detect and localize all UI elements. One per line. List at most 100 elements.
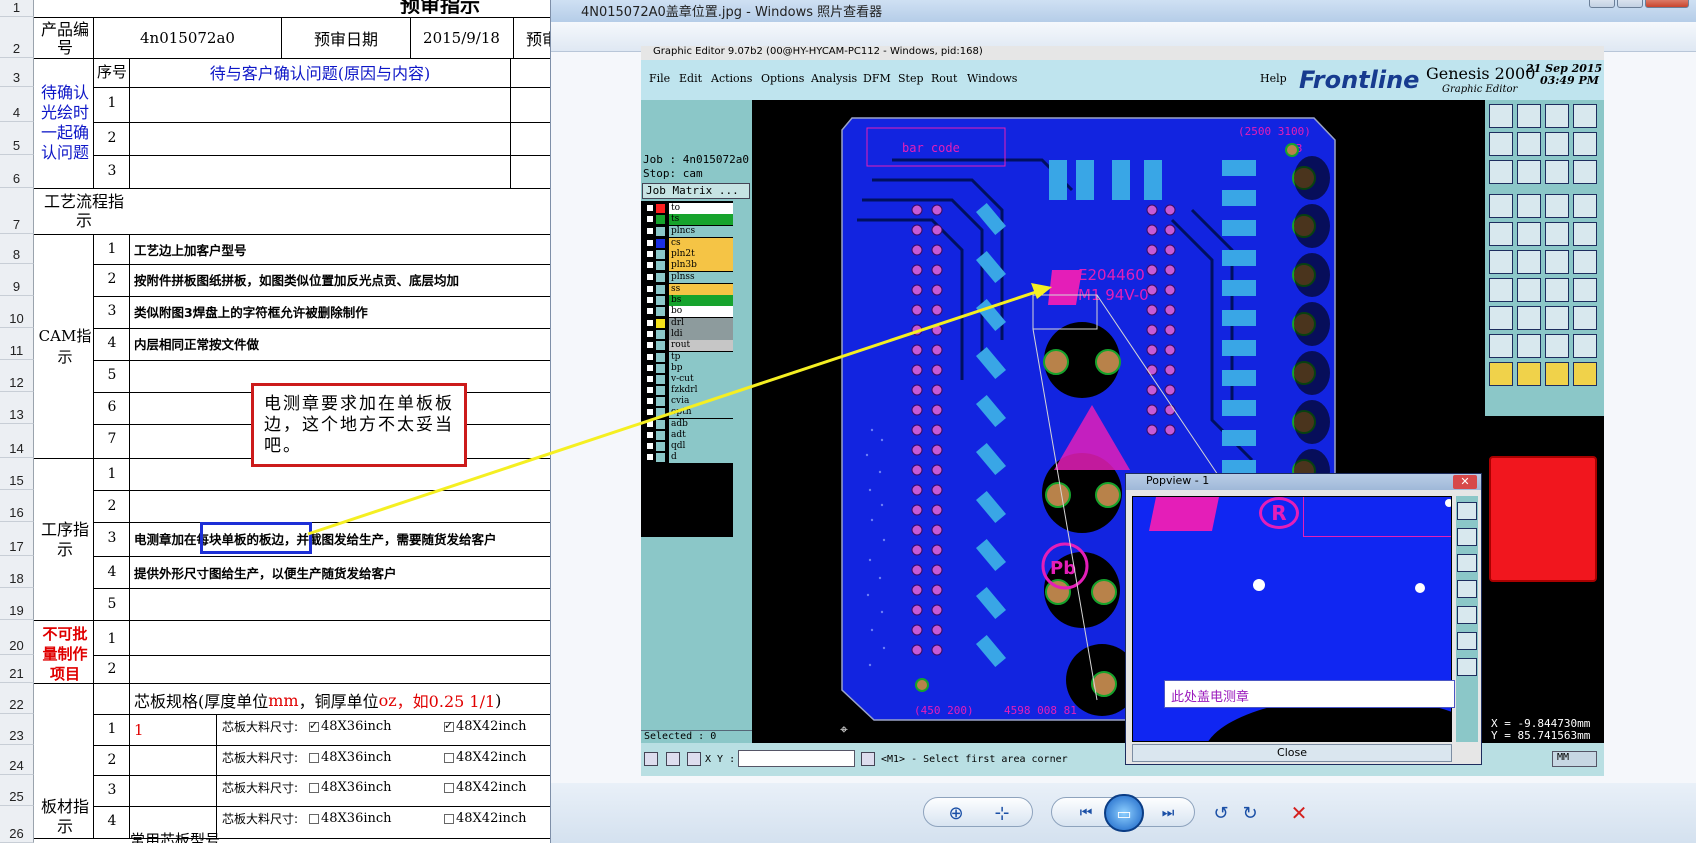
layer-row[interactable]: bp bbox=[645, 363, 733, 374]
proc-row-text[interactable] bbox=[134, 588, 548, 620]
layer-row[interactable]: qdl bbox=[645, 441, 733, 452]
layer-checkbox[interactable] bbox=[646, 364, 654, 372]
layer-row[interactable]: cs bbox=[645, 238, 733, 249]
layer-checkbox[interactable] bbox=[646, 397, 654, 405]
layer-row[interactable]: cvia bbox=[645, 396, 733, 407]
menu-options[interactable]: Options bbox=[761, 72, 804, 85]
pop-tool-2[interactable] bbox=[1457, 528, 1477, 546]
row-number[interactable]: 1 bbox=[0, 0, 34, 17]
row-number[interactable]: 18 bbox=[0, 556, 34, 588]
row-number[interactable]: 17 bbox=[0, 522, 34, 556]
cam-row-text[interactable]: 按附件拼板图纸拼板，如图类似位置加反光点贡、底层均加 bbox=[134, 264, 544, 294]
layer-checkbox[interactable] bbox=[646, 453, 654, 461]
menu-help[interactable]: Help bbox=[1260, 72, 1287, 85]
row-number[interactable]: 20 bbox=[0, 620, 34, 655]
layer-checkbox[interactable] bbox=[646, 431, 654, 439]
status-icon-3[interactable] bbox=[687, 752, 701, 766]
core-size-checkbox[interactable] bbox=[309, 783, 319, 793]
core-size-checkbox[interactable] bbox=[309, 753, 319, 763]
layer-row[interactable]: tp bbox=[645, 352, 733, 363]
layer-row[interactable]: plnss bbox=[645, 272, 733, 283]
cam-row-text[interactable]: 内层相同正常按文件做 bbox=[134, 328, 544, 358]
rotate-cw-icon[interactable]: ↻ bbox=[1237, 802, 1263, 824]
tool-button[interactable] bbox=[1545, 306, 1569, 330]
next-icon[interactable]: ⏭ bbox=[1155, 802, 1181, 824]
row-number[interactable]: 15 bbox=[0, 458, 34, 490]
tool-button[interactable] bbox=[1545, 278, 1569, 302]
layer-row[interactable]: v-cut bbox=[645, 374, 733, 385]
row-number[interactable]: 25 bbox=[0, 775, 34, 806]
core-size-option[interactable]: 48X42inch bbox=[444, 806, 554, 830]
status-icon-2[interactable] bbox=[666, 752, 680, 766]
tool-button[interactable] bbox=[1545, 104, 1569, 128]
row-number[interactable]: 12 bbox=[0, 360, 34, 392]
core-size-option[interactable]: 48X42inch bbox=[444, 775, 554, 799]
layer-checkbox[interactable] bbox=[646, 341, 654, 349]
pop-tool-7[interactable] bbox=[1457, 658, 1477, 676]
tool-button[interactable] bbox=[1489, 222, 1513, 246]
tool-button[interactable] bbox=[1573, 222, 1597, 246]
row-number[interactable]: 7 bbox=[0, 188, 34, 234]
tool-button[interactable] bbox=[1517, 250, 1541, 274]
layer-checkbox[interactable] bbox=[646, 296, 654, 304]
row-number[interactable]: 6 bbox=[0, 155, 34, 188]
layer-row[interactable]: adt bbox=[645, 430, 733, 441]
tool-button[interactable] bbox=[1489, 250, 1513, 274]
layer-checkbox[interactable] bbox=[646, 442, 654, 450]
board-first-value[interactable]: 1 bbox=[134, 717, 164, 743]
review-date-value[interactable]: 2015/9/18 bbox=[410, 20, 513, 56]
layer-row[interactable]: bo bbox=[645, 306, 733, 317]
tool-button[interactable] bbox=[1573, 132, 1597, 156]
core-size-checkbox[interactable] bbox=[444, 719, 454, 732]
previous-icon[interactable]: ⏮ bbox=[1073, 802, 1099, 824]
menu-edit[interactable]: Edit bbox=[679, 72, 702, 85]
row-number[interactable]: 16 bbox=[0, 490, 34, 522]
slideshow-icon[interactable]: ▭ bbox=[1104, 794, 1144, 832]
layer-checkbox[interactable] bbox=[646, 386, 654, 394]
core-size-checkbox[interactable] bbox=[444, 753, 454, 763]
minimize-button[interactable] bbox=[1589, 0, 1615, 8]
tool-button[interactable] bbox=[1517, 222, 1541, 246]
row-number[interactable]: 19 bbox=[0, 588, 34, 620]
status-info-icon[interactable] bbox=[861, 752, 875, 766]
core-size-checkbox[interactable] bbox=[444, 783, 454, 793]
tool-button[interactable] bbox=[1573, 306, 1597, 330]
popview-close-icon[interactable]: ✕ bbox=[1453, 475, 1477, 489]
tool-button[interactable] bbox=[1517, 104, 1541, 128]
tool-button[interactable] bbox=[1489, 334, 1513, 358]
layer-checkbox[interactable] bbox=[646, 285, 654, 293]
layer-checkbox[interactable] bbox=[646, 307, 654, 315]
tool-button[interactable] bbox=[1489, 132, 1513, 156]
layer-row[interactable]: to bbox=[645, 203, 733, 214]
tool-button[interactable] bbox=[1573, 104, 1597, 128]
tool-button[interactable] bbox=[1573, 278, 1597, 302]
layer-checkbox[interactable] bbox=[646, 239, 654, 247]
tool-button[interactable] bbox=[1545, 194, 1569, 218]
layer-row[interactable]: adb bbox=[645, 419, 733, 430]
row-number[interactable]: 2 bbox=[0, 17, 34, 58]
layer-row[interactable]: plncs bbox=[645, 226, 733, 237]
row-number[interactable]: 24 bbox=[0, 745, 34, 775]
layer-checkbox[interactable] bbox=[646, 215, 654, 223]
tool-button[interactable] bbox=[1545, 222, 1569, 246]
tool-button[interactable] bbox=[1545, 362, 1569, 386]
pop-tool-3[interactable] bbox=[1457, 554, 1477, 572]
layer-checkbox[interactable] bbox=[646, 375, 654, 383]
core-size-option[interactable]: 48X36inch bbox=[309, 775, 419, 799]
job-matrix-button[interactable]: Job Matrix ... bbox=[642, 183, 750, 199]
tool-button[interactable] bbox=[1489, 194, 1513, 218]
layer-row[interactable]: ss bbox=[645, 284, 733, 295]
tool-button[interactable] bbox=[1517, 132, 1541, 156]
layer-checkbox[interactable] bbox=[646, 330, 654, 338]
row-number[interactable]: 9 bbox=[0, 264, 34, 296]
product-number[interactable]: 4n015072a0 bbox=[95, 20, 280, 56]
menu-rout[interactable]: Rout bbox=[931, 72, 957, 85]
maximize-button[interactable] bbox=[1617, 0, 1643, 8]
pop-tool-5[interactable] bbox=[1457, 606, 1477, 624]
layer-row[interactable]: ldi bbox=[645, 329, 733, 340]
layer-checkbox[interactable] bbox=[646, 261, 654, 269]
tool-button[interactable] bbox=[1545, 250, 1569, 274]
menu-analysis[interactable]: Analysis bbox=[811, 72, 857, 85]
tool-button[interactable] bbox=[1517, 306, 1541, 330]
core-size-checkbox[interactable] bbox=[444, 814, 454, 824]
